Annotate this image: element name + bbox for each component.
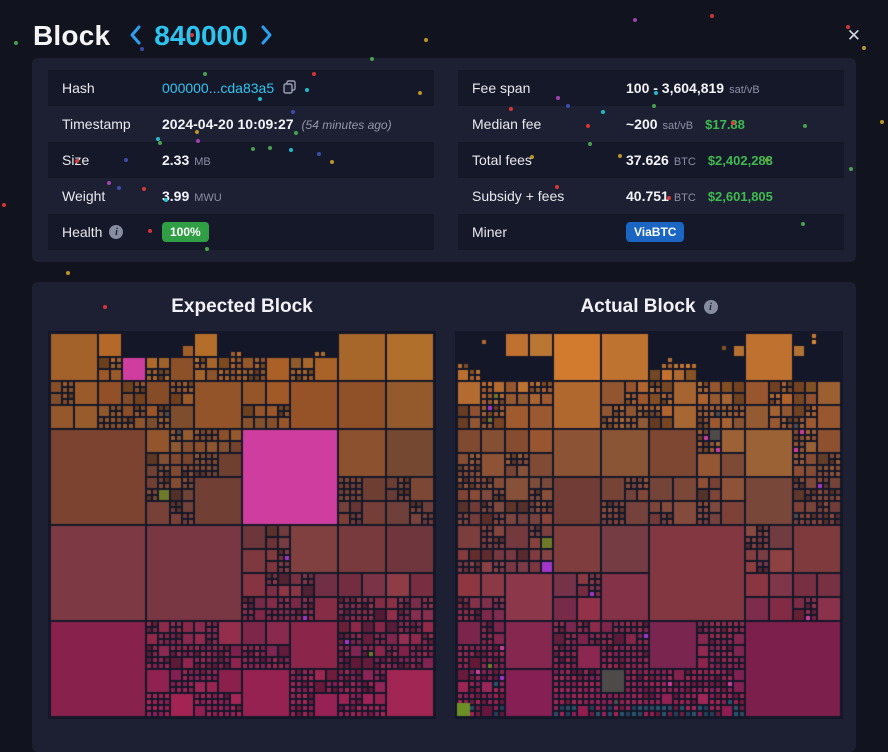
subsidy-fees-unit: BTC: [674, 192, 696, 204]
close-button[interactable]: ✕: [843, 23, 865, 48]
expected-block-visual[interactable]: [48, 331, 436, 719]
copy-icon[interactable]: [283, 80, 296, 99]
block-details-left-table: Hash 000000...cda83a5 Timestamp 2024-04-…: [48, 70, 434, 250]
timestamp-value: 2024-04-20 10:09:27: [162, 116, 294, 132]
median-fee-usd: $17.88: [705, 117, 745, 132]
block-visualization-panel: Expected Block Actual Block i: [32, 282, 856, 752]
size-value: 2.33: [162, 152, 189, 168]
chevron-right-icon: [259, 24, 275, 49]
confetti-dot: [66, 271, 70, 275]
chevron-left-icon: [127, 24, 143, 49]
timestamp-label: Timestamp: [62, 116, 162, 132]
timestamp-relative: (54 minutes ago): [302, 118, 392, 132]
actual-block-visual[interactable]: [455, 331, 843, 719]
hash-row: Hash 000000...cda83a5: [48, 70, 434, 106]
subsidy-fees-usd: $2,601,805: [708, 189, 773, 204]
median-fee-value: ~200: [626, 116, 658, 132]
health-label: Health: [62, 224, 102, 240]
health-badge[interactable]: 100%: [162, 222, 209, 242]
total-fees-unit: BTC: [674, 156, 696, 168]
weight-unit: MWU: [194, 192, 222, 204]
previous-block-button[interactable]: [123, 22, 147, 51]
block-height-link[interactable]: 840000: [154, 20, 247, 52]
expected-block-title-text: Expected Block: [171, 296, 313, 318]
subsidy-fees-label: Subsidy + fees: [472, 188, 626, 204]
total-fees-label: Total fees: [472, 152, 626, 168]
miner-row: Miner ViaBTC: [458, 214, 844, 250]
hash-link[interactable]: 000000...cda83a5: [162, 80, 274, 96]
timestamp-row: Timestamp 2024-04-20 10:09:27 (54 minute…: [48, 106, 434, 142]
size-label: Size: [62, 152, 162, 168]
actual-block-title: Actual Block i: [455, 296, 843, 318]
median-fee-label: Median fee: [472, 116, 626, 132]
expected-block-title: Expected Block: [48, 296, 436, 318]
size-unit: MB: [194, 156, 211, 168]
block-navigation: 840000: [123, 20, 278, 52]
block-details-right-table: Fee span 100 - 3,604,819 sat/vB Median f…: [458, 70, 844, 250]
hash-label: Hash: [62, 80, 162, 96]
actual-block-title-text: Actual Block: [580, 296, 695, 318]
fee-span-unit: sat/vB: [729, 84, 760, 96]
fee-span-value: 100 - 3,604,819: [626, 80, 724, 96]
actual-block-info-icon[interactable]: i: [704, 300, 718, 314]
miner-badge[interactable]: ViaBTC: [626, 222, 684, 242]
total-fees-row: Total fees 37.626 BTC $2,402,283: [458, 142, 844, 178]
size-row: Size 2.33 MB: [48, 142, 434, 178]
page-header: Block 840000 ✕: [0, 0, 888, 58]
median-fee-row: Median fee ~200 sat/vB $17.88: [458, 106, 844, 142]
total-fees-usd: $2,402,283: [708, 153, 773, 168]
weight-row: Weight 3.99 MWU: [48, 178, 434, 214]
miner-label: Miner: [472, 224, 626, 240]
health-row: Health i 100%: [48, 214, 434, 250]
actual-block-section: Actual Block i: [455, 295, 843, 719]
subsidy-fees-value: 40.751: [626, 188, 669, 204]
subsidy-fees-row: Subsidy + fees 40.751 BTC $2,601,805: [458, 178, 844, 214]
median-fee-unit: sat/vB: [663, 120, 694, 132]
total-fees-value: 37.626: [626, 152, 669, 168]
weight-label: Weight: [62, 188, 162, 204]
confetti-dot: [880, 120, 884, 124]
health-info-icon[interactable]: i: [109, 225, 123, 239]
fee-span-label: Fee span: [472, 80, 626, 96]
page-title: Block: [33, 20, 110, 52]
expected-block-section: Expected Block: [48, 295, 436, 719]
fee-span-row: Fee span 100 - 3,604,819 sat/vB: [458, 70, 844, 106]
weight-value: 3.99: [162, 188, 189, 204]
block-details-panel: Hash 000000...cda83a5 Timestamp 2024-04-…: [32, 58, 856, 262]
confetti-dot: [2, 203, 6, 207]
next-block-button[interactable]: [255, 22, 279, 51]
